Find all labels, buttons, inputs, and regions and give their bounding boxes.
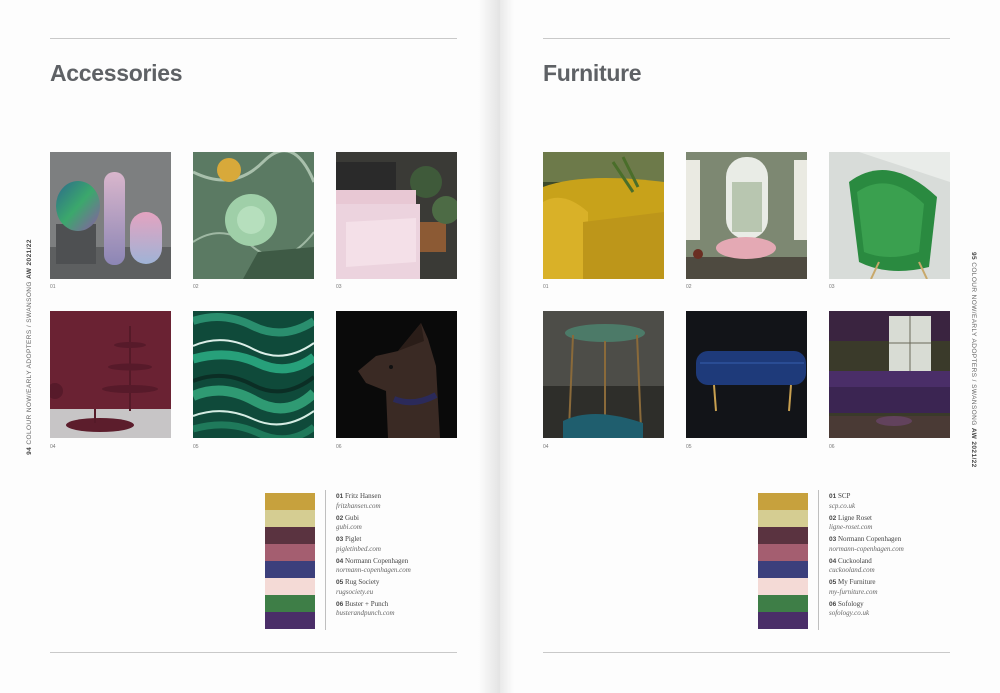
colour-swatch xyxy=(758,510,808,527)
legend-brand-name: SCP xyxy=(836,492,851,500)
legend-url[interactable]: normann-copenhagen.com xyxy=(336,566,411,575)
image-mirrors xyxy=(50,152,171,279)
image-blue-bench xyxy=(686,311,807,438)
colour-swatch xyxy=(758,493,808,510)
caption: 03 xyxy=(336,284,342,290)
gutter-shadow xyxy=(500,0,514,693)
legend-brand-name: Piglet xyxy=(343,535,362,543)
colour-swatch xyxy=(758,527,808,544)
image-purple-sofa xyxy=(829,311,950,438)
caption: 06 xyxy=(829,444,835,450)
left-page: Accessories 94 COLOUR NOW/EARLY ADOPTERS… xyxy=(0,0,500,693)
legend-url[interactable]: pigletinbed.com xyxy=(336,545,411,554)
caption: 03 xyxy=(829,284,835,290)
caption: 04 xyxy=(543,444,549,450)
colour-swatch xyxy=(758,578,808,595)
legend-brand-name: Buster + Punch xyxy=(343,599,389,608)
legend-entry: 03 Piglet pigletinbed.com xyxy=(336,535,411,553)
spine-text: 94 COLOUR NOW/EARLY ADOPTERS / SWANSONG … xyxy=(26,239,33,455)
caption: 02 xyxy=(193,284,199,290)
legend-entry: 04 Normann Copenhagen normann-copenhagen.… xyxy=(336,557,411,575)
colour-swatch xyxy=(265,612,315,629)
caption: 06 xyxy=(336,444,342,450)
image-bedding xyxy=(336,152,457,279)
right-page: Furniture 95 COLOUR NOW/EARLY ADOPTERS /… xyxy=(500,0,1000,693)
colour-swatch xyxy=(758,544,808,561)
colour-swatch xyxy=(758,561,808,578)
image-green-chair xyxy=(829,152,950,279)
legend-divider xyxy=(325,490,326,630)
legend-entry: 04 Cuckooland cuckooland.com xyxy=(829,557,904,575)
image-marble-tray xyxy=(193,152,314,279)
colour-swatch xyxy=(265,510,315,527)
legend-brand-name: Cuckooland xyxy=(836,556,872,565)
legend-url[interactable]: sofology.co.uk xyxy=(829,609,904,618)
bottom-rule xyxy=(50,652,457,653)
caption: 01 xyxy=(50,284,56,290)
caption: 04 xyxy=(50,444,56,450)
image-yellow-sofa xyxy=(543,152,664,279)
legend-url[interactable]: cuckooland.com xyxy=(829,566,904,575)
colour-swatch xyxy=(265,561,315,578)
legend-url[interactable]: ligne-roset.com xyxy=(829,523,904,532)
legend-brand-name: Normann Copenhagen xyxy=(343,556,409,565)
colour-swatches xyxy=(758,493,808,629)
bottom-rule xyxy=(543,652,950,653)
caption: 05 xyxy=(686,444,692,450)
brand-legend: 01 SCP scp.co.uk 02 Ligne Roset ligne-roset… xyxy=(829,492,904,621)
legend-url[interactable]: rugsociety.eu xyxy=(336,588,411,597)
caption: 01 xyxy=(543,284,549,290)
legend-brand-name: Rug Society xyxy=(343,578,380,586)
brand-legend: 01 Fritz Hansen fritzhansen.com 02 Gubi gub… xyxy=(336,492,411,621)
image-pink-sofa xyxy=(686,152,807,279)
legend-brand-name: Normann Copenhagen xyxy=(836,535,902,543)
legend-url[interactable]: normann-copenhagen.com xyxy=(829,545,904,554)
image-dog-collar xyxy=(336,311,457,438)
legend-entry: 02 Ligne Roset ligne-roset.com xyxy=(829,514,904,532)
legend-entry: 06 Sofology sofology.co.uk xyxy=(829,600,904,618)
legend-entry: 05 Rug Society rugsociety.eu xyxy=(336,578,411,596)
colour-swatches xyxy=(265,493,315,629)
colour-swatch xyxy=(758,595,808,612)
colour-swatch xyxy=(265,493,315,510)
legend-brand-name: Gubi xyxy=(343,513,359,522)
legend-url[interactable]: scp.co.uk xyxy=(829,502,904,511)
legend-url[interactable]: gubi.com xyxy=(336,523,411,532)
legend-entry: 01 SCP scp.co.uk xyxy=(829,492,904,510)
legend-brand-name: Ligne Roset xyxy=(836,513,873,522)
colour-swatch xyxy=(265,544,315,561)
legend-url[interactable]: busterandpunch.com xyxy=(336,609,411,618)
colour-swatch xyxy=(265,595,315,612)
colour-swatch xyxy=(265,578,315,595)
legend-entry: 01 Fritz Hansen fritzhansen.com xyxy=(336,492,411,510)
image-marble-table xyxy=(543,311,664,438)
legend-divider xyxy=(818,490,819,630)
legend-entry: 06 Buster + Punch busterandpunch.com xyxy=(336,600,411,618)
legend-brand-name: My Furniture xyxy=(836,578,876,586)
legend-entry: 05 My Furniture my-furniture.com xyxy=(829,578,904,596)
image-tiered-stand xyxy=(50,311,171,438)
legend-url[interactable]: my-furniture.com xyxy=(829,588,904,597)
legend-url[interactable]: fritzhansen.com xyxy=(336,502,411,511)
legend-entry: 03 Normann Copenhagen normann-copenhagen.… xyxy=(829,535,904,553)
top-rule xyxy=(543,38,950,39)
gutter-shadow xyxy=(478,0,500,693)
image-green-rug xyxy=(193,311,314,438)
legend-brand-name: Fritz Hansen xyxy=(343,492,381,500)
spine-text: 95 COLOUR NOW/EARLY ADOPTERS / SWANSONG … xyxy=(970,252,977,468)
top-rule xyxy=(50,38,457,39)
caption: 05 xyxy=(193,444,199,450)
legend-entry: 02 Gubi gubi.com xyxy=(336,514,411,532)
page-title: Furniture xyxy=(543,60,642,86)
page-title: Accessories xyxy=(50,60,183,86)
colour-swatch xyxy=(758,612,808,629)
caption: 02 xyxy=(686,284,692,290)
legend-brand-name: Sofology xyxy=(836,599,864,608)
colour-swatch xyxy=(265,527,315,544)
